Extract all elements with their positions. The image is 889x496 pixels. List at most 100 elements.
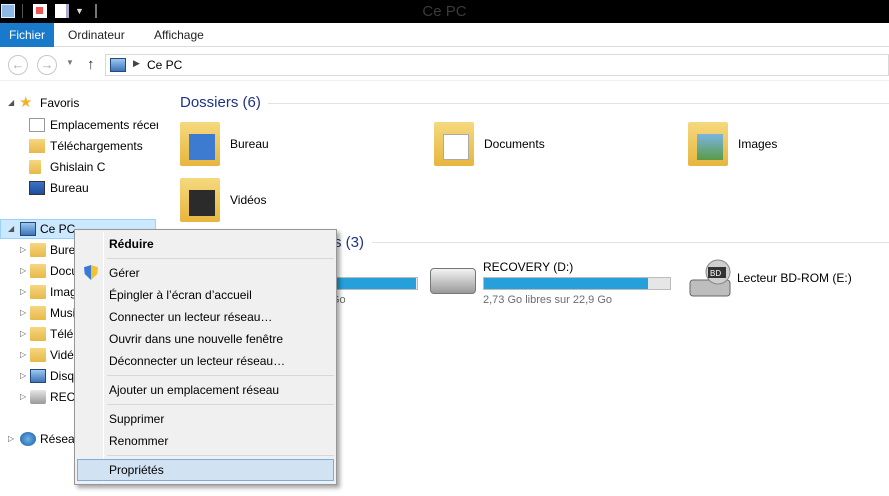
computer-icon	[110, 58, 126, 72]
downloads-folder-icon	[29, 139, 45, 153]
network-icon	[20, 432, 36, 446]
tree-item-label: Disq	[50, 369, 75, 383]
breadcrumb[interactable]: Ce PC	[147, 58, 182, 72]
drive-usage-fill	[484, 278, 648, 289]
folder-tile-documents[interactable]: Documents	[434, 122, 634, 182]
breadcrumb-separator-icon[interactable]: ▶	[133, 58, 140, 69]
optical-drive-icon: BD	[689, 259, 731, 297]
tree-item-user[interactable]: Ghislain C	[24, 157, 158, 177]
address-bar[interactable]: ▶ Ce PC	[105, 54, 889, 76]
menu-item-pin-to-start[interactable]: Épingler à l’écran d’accueil	[77, 284, 334, 306]
group-divider	[372, 242, 889, 243]
tree-item-favorites[interactable]: ◢ ★ Favoris	[8, 93, 148, 113]
drive-usage-bar	[483, 277, 671, 290]
menu-separator	[107, 375, 334, 376]
pictures-folder-icon	[688, 122, 728, 166]
expand-arrow-icon[interactable]: ▷	[20, 366, 30, 386]
menu-item-disconnect-network-drive[interactable]: Déconnecter un lecteur réseau…	[77, 350, 334, 372]
tree-item-label: Vidé	[50, 348, 74, 362]
drive-name: Lecteur BD-ROM (E:)	[737, 271, 852, 285]
expand-arrow-icon[interactable]: ▷	[8, 429, 18, 449]
tree-item-network[interactable]: ▷ Réseau	[8, 429, 81, 449]
back-button[interactable]: ←	[8, 55, 28, 75]
desktop-folder-icon	[180, 122, 220, 166]
forward-button[interactable]: →	[37, 55, 57, 75]
folder-tile-bureau[interactable]: Bureau	[180, 122, 380, 182]
menu-separator	[107, 258, 334, 259]
menu-item-collapse[interactable]: Réduire	[77, 233, 334, 255]
expand-arrow-icon[interactable]: ▷	[20, 324, 30, 344]
tree-item-pc-desktop[interactable]: ▷ Bure	[20, 240, 80, 260]
tree-item-label: Imag	[50, 285, 77, 299]
documents-folder-icon	[434, 122, 474, 166]
group-header-devices[interactable]: s (3)	[334, 234, 364, 251]
tree-item-label: Téléchargements	[50, 139, 143, 153]
tab-affichage[interactable]: Affichage	[146, 23, 212, 47]
menu-item-rename[interactable]: Renommer	[77, 430, 334, 452]
expand-arrow-icon[interactable]: ▷	[20, 387, 30, 407]
expand-arrow-icon[interactable]: ▷	[20, 282, 30, 302]
context-menu: Réduire Gérer Épingler à l’écran d’accue…	[74, 229, 337, 485]
folder-label: Documents	[484, 137, 545, 151]
group-header-folders[interactable]: Dossiers (6)	[180, 94, 261, 111]
tree-item-label: Ce PC	[40, 222, 76, 236]
folder-icon	[30, 243, 46, 257]
expand-arrow-icon[interactable]: ▷	[20, 345, 30, 365]
folder-tile-images[interactable]: Images	[688, 122, 878, 182]
tree-item-pc-videos[interactable]: ▷ Vidé	[20, 345, 80, 365]
drive-icon	[30, 390, 46, 404]
menu-item-add-network-location[interactable]: Ajouter un emplacement réseau	[77, 379, 334, 401]
drive-tile-bd-rom[interactable]: BD Lecteur BD-ROM (E:)	[684, 256, 884, 316]
tree-item-label: Emplacements récer	[50, 118, 158, 132]
tree-item-label: Ghislain C	[50, 160, 106, 174]
menu-item-open-new-window[interactable]: Ouvrir dans une nouvelle fenêtre	[77, 328, 334, 350]
tree-item-downloads[interactable]: Téléchargements	[24, 136, 158, 156]
tree-item-pc-music[interactable]: ▷ Musi	[20, 303, 80, 323]
menu-separator	[107, 404, 334, 405]
tree-item-pc-local-disk[interactable]: ▷ Disq	[20, 366, 80, 386]
folder-icon	[29, 160, 41, 174]
expand-arrow-icon[interactable]: ▷	[20, 240, 30, 260]
expand-arrow-icon[interactable]: ▷	[20, 261, 30, 281]
tree-item-desktop[interactable]: Bureau	[24, 178, 158, 198]
drive-name: RECOVERY (D:)	[483, 260, 574, 274]
tree-item-pc-downloads[interactable]: ▷ Télé	[20, 324, 80, 344]
collapse-arrow-icon[interactable]: ◢	[8, 219, 18, 239]
hard-drive-icon	[430, 268, 476, 294]
tree-item-label: Télé	[50, 327, 74, 341]
star-icon: ★	[19, 94, 33, 111]
svg-text:BD: BD	[710, 269, 721, 278]
up-button[interactable]: ↑	[87, 56, 95, 73]
tree-item-label: Favoris	[40, 96, 80, 110]
tree-item-label: Bureau	[50, 181, 89, 195]
tree-item-pc-documents[interactable]: ▷ Docu	[20, 261, 80, 281]
window-title: Ce PC	[422, 3, 467, 20]
tree-item-label: Bure	[50, 243, 76, 257]
menu-item-manage[interactable]: Gérer	[77, 262, 334, 284]
tree-item-pc-images[interactable]: ▷ Imag	[20, 282, 80, 302]
folder-icon	[30, 264, 46, 278]
drive-tile-recovery[interactable]: RECOVERY (D:) 2,73 Go libres sur 22,9 Go	[430, 260, 680, 320]
title-bar: ▼ Ce PC	[0, 0, 889, 23]
folder-icon	[30, 306, 46, 320]
tab-ordinateur[interactable]: Ordinateur	[60, 23, 133, 47]
windows-drive-icon	[30, 369, 46, 383]
tree-item-pc-recovery[interactable]: ▷ RECO	[20, 387, 85, 407]
tab-fichier[interactable]: Fichier	[0, 23, 54, 47]
menu-item-properties[interactable]: Propriétés	[77, 459, 334, 481]
collapse-arrow-icon[interactable]: ◢	[8, 93, 18, 113]
tree-item-recent-places[interactable]: Emplacements récer	[24, 115, 158, 135]
menu-separator	[107, 455, 334, 456]
recent-locations-chevron-icon[interactable]: ▼	[66, 58, 74, 67]
ribbon: Fichier Ordinateur Affichage	[0, 23, 889, 47]
group-divider	[268, 103, 889, 104]
folder-label: Vidéos	[230, 193, 267, 207]
menu-item-map-network-drive[interactable]: Connecter un lecteur réseau…	[77, 306, 334, 328]
menu-item-delete[interactable]: Supprimer	[77, 408, 334, 430]
folder-label: Images	[738, 137, 778, 151]
folder-label: Bureau	[230, 137, 269, 151]
expand-arrow-icon[interactable]: ▷	[20, 303, 30, 323]
folder-icon	[30, 348, 46, 362]
tree-item-label: Musi	[50, 306, 76, 320]
desktop-icon	[29, 181, 45, 195]
